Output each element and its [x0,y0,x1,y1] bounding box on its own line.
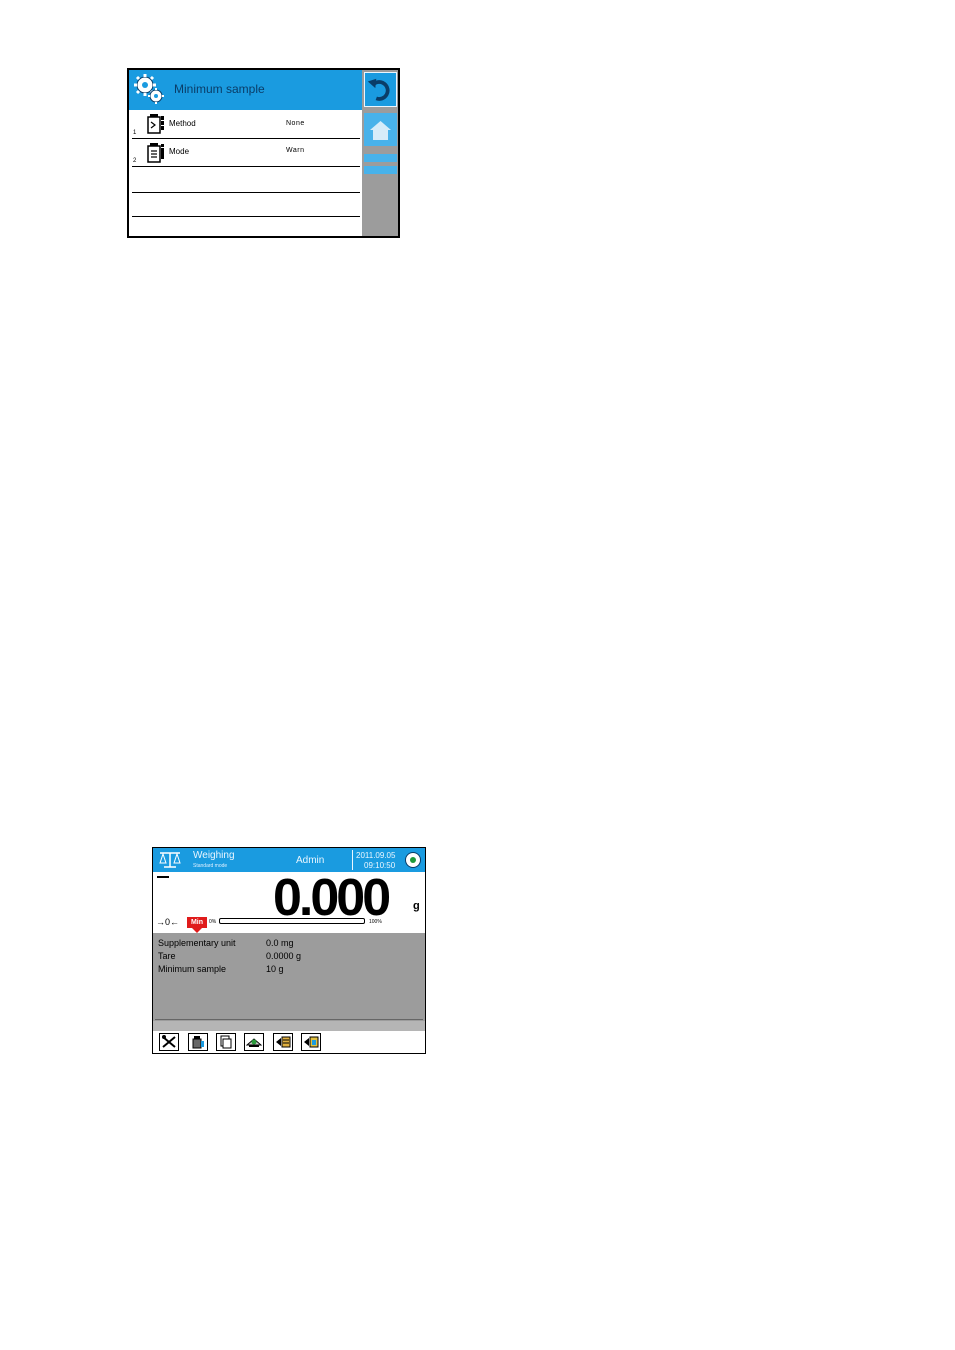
database-button[interactable] [273,1033,293,1051]
menu-row-mode[interactable]: 2 Mode Warn [132,139,360,167]
row-label: Mode [169,147,190,156]
divider [352,850,353,870]
row-number: 2 [133,158,137,164]
info-panel: Supplementary unit 0.0 mg Tare 0.0000 g … [153,933,425,1021]
balance-scale-icon[interactable] [158,851,182,869]
menu-row-method[interactable]: 1 Method None [132,110,360,139]
date-text: 2011.09.05 [356,851,396,860]
back-arrow-icon [367,78,390,101]
load-bargraph [219,918,365,924]
settings-gears-icon [134,74,164,104]
info-label: Tare [158,951,176,961]
divider [155,1019,423,1020]
status-strip [153,1021,425,1031]
menu-row-empty [132,193,360,217]
weight-icon [192,1036,204,1049]
status-dot [410,857,416,863]
weight-bottle-icon [147,143,164,163]
bargraph-end-label: 100% [369,919,382,925]
weighing-screen: Weighing Standard mode Admin 2011.09.05 … [152,847,426,1054]
mode-subtitle: Standard mode [193,863,228,869]
min-sample-badge: Min [187,917,207,928]
weight-display: 0.000 g →0← Min 0% 100% [153,870,425,933]
minimum-sample-screen: Minimum sample 1 Method None 2 Mode Warn [127,68,400,238]
home-button[interactable] [364,113,397,146]
row-label: Method [169,119,196,128]
mode-title: Weighing [193,850,235,861]
zero-indicator: →0← [156,917,180,927]
stability-icon [157,876,169,878]
page-title: Minimum sample [174,82,265,96]
printer-icon [220,1035,232,1049]
balance-icon [246,1038,262,1047]
row-number: 1 [133,130,137,136]
weight-button[interactable] [188,1033,208,1051]
toolbar [153,1031,425,1053]
database-icon [276,1036,291,1048]
weight-unit[interactable]: g [413,900,420,912]
side-panel [362,70,398,236]
info-value: 10 g [266,964,284,974]
report-button[interactable] [301,1033,321,1051]
menu-row-empty [132,167,360,193]
report-icon [304,1036,319,1048]
info-value: 0.0 mg [266,938,294,948]
tools-icon [162,1035,176,1048]
home-icon [370,121,391,140]
weight-bottle-icon [147,114,164,134]
header-bar: Minimum sample [129,70,362,110]
tare-button[interactable] [244,1033,264,1051]
row-value: Warn [286,147,305,154]
print-button[interactable] [216,1033,236,1051]
tools-button[interactable] [159,1033,179,1051]
info-label: Minimum sample [158,964,227,974]
info-label: Supplementary unit [158,938,236,948]
scroll-down-button[interactable] [364,166,397,174]
info-value: 0.0000 g [266,951,302,961]
user-name[interactable]: Admin [296,855,324,866]
status-indicator-icon[interactable] [405,852,421,868]
bargraph-start-label: 0% [209,919,217,925]
back-button[interactable] [364,72,397,107]
row-value: None [286,120,305,127]
scroll-up-button[interactable] [364,154,397,162]
